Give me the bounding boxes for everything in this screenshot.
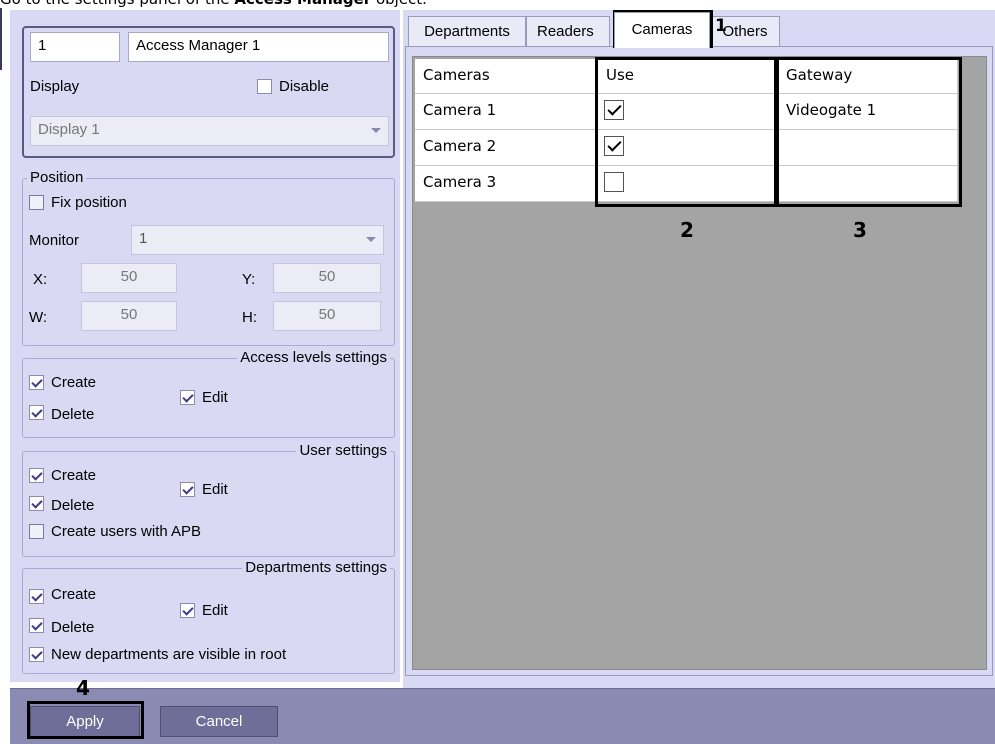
fix-position-checkbox[interactable] (29, 195, 44, 210)
dept-create-label: Create (51, 586, 97, 603)
user-create-label: Create (51, 467, 97, 484)
apply-button[interactable]: Apply (30, 706, 140, 737)
h-label: H: (242, 309, 257, 326)
dept-delete-checkbox[interactable] (29, 618, 44, 633)
access-create-label: Create (51, 374, 97, 391)
access-edit-label: Edit (202, 389, 228, 406)
chevron-down-icon (366, 237, 376, 242)
user-edit-checkbox[interactable] (180, 482, 195, 497)
dept-delete-label: Delete (51, 619, 95, 636)
user-settings-legend: User settings (296, 442, 390, 460)
departments-settings-group: Departments settings Create Delete Edit … (22, 559, 395, 674)
grid-cell-use[interactable] (598, 94, 778, 130)
user-delete-label: Delete (51, 497, 95, 514)
grid-cell-camera[interactable]: Camera 3 (415, 166, 598, 202)
access-delete-label: Delete (51, 406, 95, 423)
use-checkbox-camera-3[interactable] (604, 172, 624, 192)
departments-settings-legend: Departments settings (242, 559, 390, 577)
fix-position-label: Fix position (51, 194, 127, 211)
use-checkbox-camera-1[interactable] (604, 100, 624, 120)
access-levels-group: Access levels settings Create Delete Edi… (22, 349, 395, 438)
annotation-number-2: 2 (680, 218, 694, 242)
settings-panel-left: 1 Access Manager 1 Display Disable Displ… (10, 10, 400, 682)
grid-cell-gateway[interactable]: Videogate 1 (778, 94, 958, 130)
bottom-action-bar: Apply Cancel (10, 688, 995, 744)
object-name-field[interactable]: Access Manager 1 (128, 32, 389, 62)
position-group: Position Fix position Monitor 1 X: 50 Y:… (22, 169, 395, 346)
grid-cell-gateway[interactable] (778, 166, 958, 202)
access-levels-legend: Access levels settings (237, 349, 390, 367)
dept-create-checkbox[interactable] (29, 589, 44, 604)
dept-edit-checkbox[interactable] (180, 603, 195, 618)
annotation-number-4: 4 (76, 676, 90, 700)
annotation-number-3: 3 (853, 218, 867, 242)
display-label: Display (30, 78, 80, 95)
y-label: Y: (242, 271, 256, 288)
grid-cell-use[interactable] (598, 166, 778, 202)
monitor-select[interactable]: 1 (131, 225, 384, 255)
dept-edit-label: Edit (202, 602, 228, 619)
grid-cell-camera[interactable]: Camera 2 (415, 130, 598, 166)
grid-header-gateway: Gateway (778, 59, 958, 94)
left-edge-marker (0, 8, 2, 70)
object-id-field[interactable]: 1 (30, 32, 120, 62)
dept-visible-root-checkbox[interactable] (29, 647, 44, 662)
tab-readers[interactable]: Readers (526, 16, 610, 46)
object-header-group: 1 Access Manager 1 Display Disable Displ… (22, 26, 395, 158)
chevron-down-icon (371, 128, 381, 133)
position-legend: Position (27, 169, 87, 187)
tab-departments[interactable]: Departments (408, 16, 526, 46)
grid-cell-gateway[interactable] (778, 130, 958, 166)
user-create-checkbox[interactable] (29, 468, 44, 483)
tab-cameras[interactable]: Cameras (614, 12, 710, 48)
user-delete-checkbox[interactable] (29, 496, 44, 511)
cameras-grid: Cameras Use Gateway Camera 1 Videogate 1… (412, 56, 987, 670)
grid-header-use: Use (598, 59, 778, 94)
disable-checkbox[interactable] (257, 79, 272, 94)
cancel-button[interactable]: Cancel (160, 706, 278, 737)
access-delete-checkbox[interactable] (29, 405, 44, 420)
grid-header-cameras: Cameras (415, 59, 598, 94)
access-edit-checkbox[interactable] (180, 390, 195, 405)
x-field[interactable]: 50 (81, 263, 177, 293)
x-label: X: (33, 271, 48, 288)
grid-cell-use[interactable] (598, 130, 778, 166)
user-edit-label: Edit (202, 481, 228, 498)
annotation-number-1: 1 (715, 16, 727, 36)
dept-visible-root-label: New departments are visible in root (51, 646, 287, 663)
monitor-label: Monitor (29, 232, 80, 249)
use-checkbox-camera-2[interactable] (604, 136, 624, 156)
display-select[interactable]: Display 1 (30, 116, 389, 146)
access-create-checkbox[interactable] (29, 375, 44, 390)
h-field[interactable]: 50 (273, 301, 381, 331)
user-settings-group: User settings Create Delete Edit Create … (22, 442, 395, 557)
grid-cell-camera[interactable]: Camera 1 (415, 94, 598, 130)
w-label: W: (29, 309, 48, 326)
user-apb-label: Create users with APB (51, 523, 202, 540)
w-field[interactable]: 50 (81, 301, 177, 331)
document-caption: Go to the settings panel of the Access M… (0, 0, 427, 10)
disable-label: Disable (279, 78, 330, 95)
y-field[interactable]: 50 (273, 263, 381, 293)
user-apb-checkbox[interactable] (29, 524, 44, 539)
